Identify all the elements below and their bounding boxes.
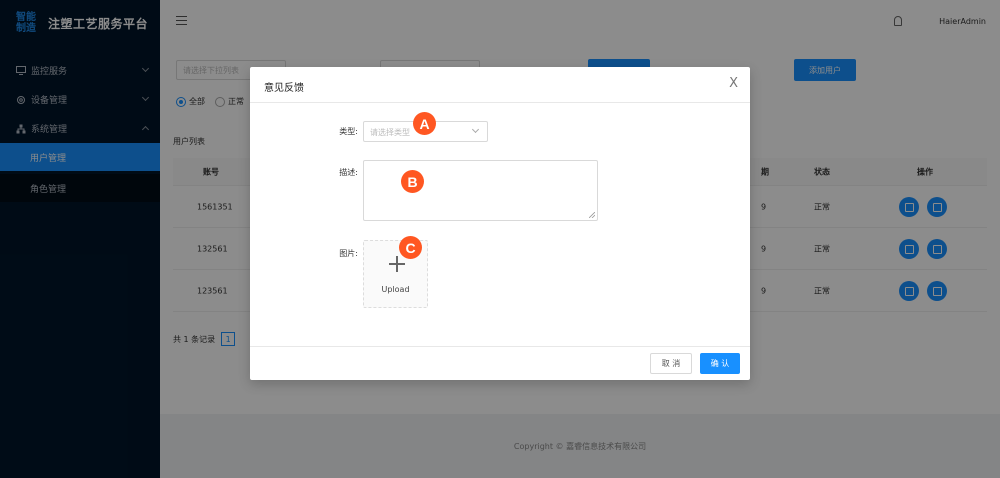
annotation-marker-c: C bbox=[399, 236, 422, 259]
modal-footer: 取 消 确 认 bbox=[250, 346, 750, 380]
plus-icon bbox=[389, 256, 405, 272]
resize-grip-icon[interactable] bbox=[589, 212, 595, 218]
image-label: 图片: bbox=[339, 249, 358, 258]
feedback-modal: 意见反馈 X 类型: 请选择类型 描述: 图片: Upload 取 消 确 认 bbox=[250, 67, 750, 380]
annotation-marker-b: B bbox=[401, 170, 424, 193]
close-icon[interactable]: X bbox=[729, 77, 738, 91]
modal-header: 意见反馈 X bbox=[250, 67, 750, 103]
type-label: 类型: bbox=[339, 127, 358, 136]
annotation-marker-a: A bbox=[413, 112, 436, 135]
type-select-placeholder: 请选择类型 bbox=[370, 128, 410, 137]
confirm-button[interactable]: 确 认 bbox=[700, 353, 740, 374]
cancel-button[interactable]: 取 消 bbox=[650, 353, 692, 374]
chevron-down-icon bbox=[471, 125, 480, 134]
description-textarea[interactable] bbox=[363, 160, 598, 221]
desc-label: 描述: bbox=[339, 168, 358, 177]
upload-text: Upload bbox=[381, 285, 410, 294]
modal-title: 意见反馈 bbox=[264, 83, 304, 94]
